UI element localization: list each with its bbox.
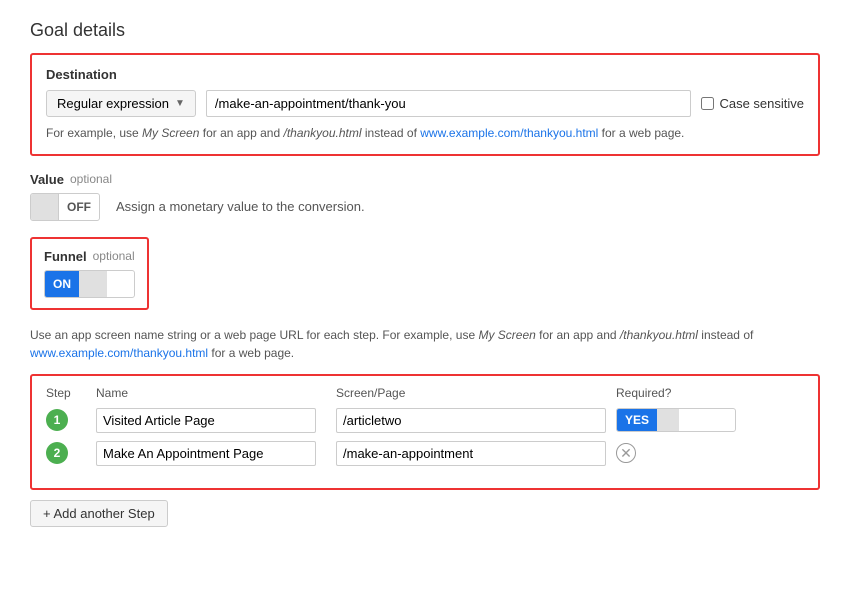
funnel-desc-url[interactable]: www.example.com/thankyou.html: [30, 346, 208, 360]
example-italic2: /thankyou.html: [283, 126, 361, 140]
destination-example: For example, use My Screen for an app an…: [46, 125, 804, 142]
funnel-toggle-box: Funnel optional ON: [30, 237, 149, 310]
step1-name-cell: [96, 408, 336, 433]
value-label: Value: [30, 172, 64, 187]
step2-required-cell: ✕: [616, 443, 736, 463]
step2-remove-button[interactable]: ✕: [616, 443, 636, 463]
step1-screen-cell: [336, 408, 616, 433]
col-step-header: Step: [46, 386, 96, 400]
case-sensitive-text: Case sensitive: [719, 96, 804, 111]
example-suffix: for a web page.: [598, 126, 684, 140]
step1-cell: 1: [46, 409, 96, 431]
funnel-table-header: Step Name Screen/Page Required?: [46, 386, 804, 400]
value-toggle-label: OFF: [59, 200, 99, 214]
step1-yes-handle: [657, 408, 679, 432]
destination-input[interactable]: [206, 90, 692, 117]
toggle-handle: [31, 193, 59, 221]
destination-section: Destination Regular expression ▼ Case se…: [30, 53, 820, 156]
funnel-description: Use an app screen name string or a web p…: [30, 326, 820, 362]
regex-dropdown[interactable]: Regular expression ▼: [46, 90, 196, 117]
step1-screen-input[interactable]: [336, 408, 606, 433]
value-optional: optional: [70, 172, 112, 186]
step1-name-input[interactable]: [96, 408, 316, 433]
funnel-desc-italic1: My Screen: [478, 328, 535, 342]
value-label-row: Value optional: [30, 172, 820, 187]
funnel-desc-suffix: for a web page.: [208, 346, 294, 360]
add-step-button[interactable]: + Add another Step: [30, 500, 168, 527]
funnel-optional: optional: [93, 249, 135, 263]
funnel-toggle-label: ON: [45, 271, 79, 297]
example-mid2: instead of: [362, 126, 421, 140]
funnel-table: Step Name Screen/Page Required? 1 YES: [30, 374, 820, 490]
funnel-toggle[interactable]: ON: [44, 270, 135, 298]
example-italic1: My Screen: [142, 126, 199, 140]
col-name-header: Name: [96, 386, 336, 400]
step2-screen-cell: [336, 441, 616, 466]
example-url[interactable]: www.example.com/thankyou.html: [420, 126, 598, 140]
case-sensitive-label[interactable]: Case sensitive: [701, 96, 804, 111]
step2-name-input[interactable]: [96, 441, 316, 466]
example-prefix: For example, use: [46, 126, 142, 140]
table-row: 2 ✕: [46, 441, 804, 466]
funnel-label-row: Funnel optional ON: [30, 237, 820, 318]
funnel-desc-italic2: /thankyou.html: [620, 328, 698, 342]
example-mid1: for an app and: [199, 126, 283, 140]
value-toggle[interactable]: OFF: [30, 193, 100, 221]
funnel-toggle-handle: [79, 270, 107, 298]
value-section: Value optional OFF Assign a monetary val…: [30, 172, 820, 221]
step1-required-toggle[interactable]: YES: [616, 408, 736, 432]
funnel-label: Funnel: [44, 249, 87, 264]
step2-circle: 2: [46, 442, 68, 464]
step2-cell: 2: [46, 442, 96, 464]
funnel-title-row: Funnel optional: [44, 249, 135, 264]
value-row: OFF Assign a monetary value to the conve…: [30, 193, 820, 221]
funnel-desc-mid2: instead of: [698, 328, 753, 342]
destination-row: Regular expression ▼ Case sensitive: [46, 90, 804, 117]
chevron-down-icon: ▼: [175, 98, 185, 109]
step1-yes-label: YES: [617, 409, 657, 431]
funnel-desc-prefix: Use an app screen name string or a web p…: [30, 328, 478, 342]
page-title: Goal details: [30, 20, 820, 41]
case-sensitive-checkbox[interactable]: [701, 97, 714, 110]
table-row: 1 YES: [46, 408, 804, 433]
destination-label: Destination: [46, 67, 804, 82]
funnel-section: Funnel optional ON Use an app screen nam…: [30, 237, 820, 527]
step1-circle: 1: [46, 409, 68, 431]
value-description: Assign a monetary value to the conversio…: [116, 199, 365, 214]
col-required-header: Required?: [616, 386, 736, 400]
step1-required-cell: YES: [616, 408, 736, 432]
col-screen-header: Screen/Page: [336, 386, 616, 400]
regex-dropdown-label: Regular expression: [57, 96, 169, 111]
step2-screen-input[interactable]: [336, 441, 606, 466]
funnel-desc-mid: for an app and: [536, 328, 620, 342]
step2-name-cell: [96, 441, 336, 466]
